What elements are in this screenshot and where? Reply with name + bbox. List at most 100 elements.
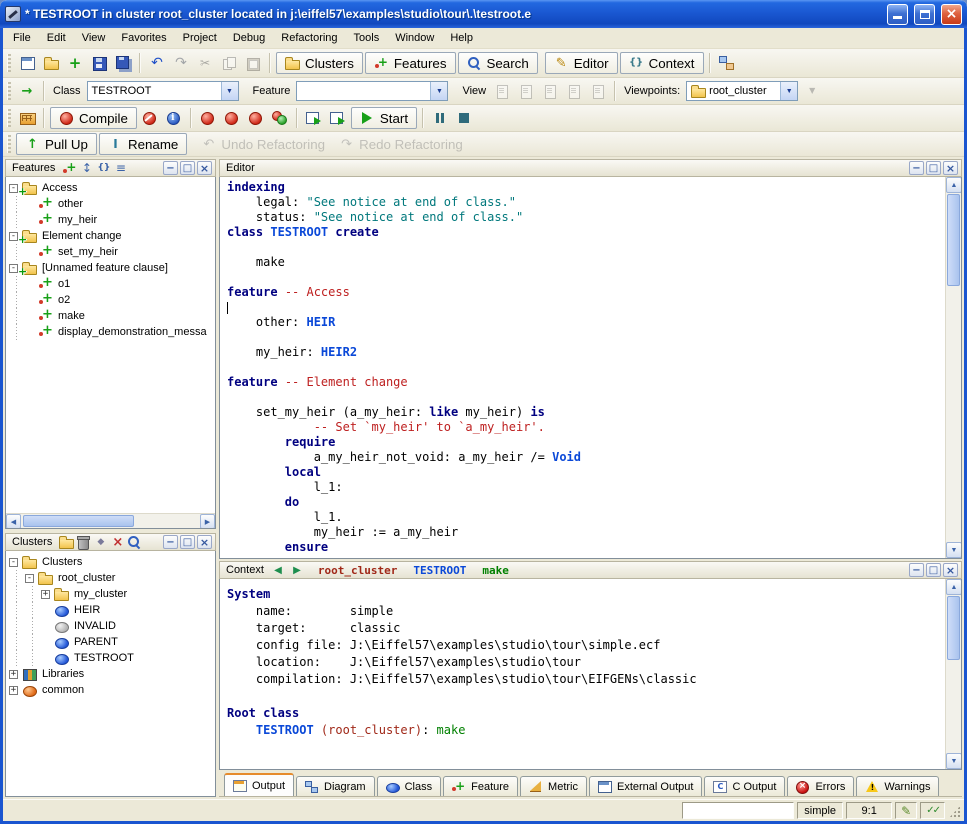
toolbar-grip[interactable] — [7, 135, 11, 153]
menu-tools[interactable]: Tools — [346, 30, 388, 46]
save-button[interactable] — [87, 52, 111, 75]
class-combo[interactable]: TESTROOT▼ — [87, 81, 239, 101]
alphabetical-order-button[interactable]: ↕ — [78, 161, 95, 176]
collapse-icon[interactable]: - — [9, 558, 18, 567]
menu-refactoring[interactable]: Refactoring — [273, 30, 345, 46]
tree-item-libraries[interactable]: +Libraries — [9, 666, 215, 682]
undo-button[interactable]: ↶ — [145, 52, 169, 75]
menu-file[interactable]: File — [5, 30, 39, 46]
rename-button[interactable]: IRename — [99, 133, 187, 155]
pull-up-button[interactable]: ↑Pull Up — [16, 133, 97, 155]
tree-item-display-demonstration-messa[interactable]: display_demonstration_messa — [9, 324, 215, 340]
menu-edit[interactable]: Edit — [39, 30, 74, 46]
start-button[interactable]: Start — [351, 107, 417, 129]
tab-metric[interactable]: Metric — [520, 776, 587, 796]
compile-button[interactable]: Compile — [50, 107, 137, 129]
open-class-button[interactable]: → — [15, 80, 39, 103]
close-button[interactable]: × — [941, 4, 962, 25]
scroll-up-icon[interactable]: ▲ — [946, 579, 962, 595]
tree-item-parent[interactable]: PARENT — [9, 634, 215, 650]
scroll-right-icon[interactable]: ▶ — [200, 514, 215, 529]
run-finalized-button[interactable] — [326, 107, 350, 130]
clusters-button[interactable]: Clusters — [276, 52, 363, 74]
search-small-button[interactable] — [126, 535, 143, 550]
dropdown-arrow-icon[interactable]: ▼ — [221, 82, 238, 100]
toolbar-grip[interactable] — [7, 54, 11, 72]
tree-item-o1[interactable]: o1 — [9, 276, 215, 292]
toolbar-grip[interactable] — [7, 109, 11, 127]
delete-button[interactable]: × — [109, 535, 126, 550]
tab-output[interactable]: Output — [224, 773, 294, 796]
minimize-button[interactable] — [909, 563, 924, 577]
redo-refactoring-button[interactable]: ↷Redo Refactoring — [332, 133, 470, 155]
freeze-button[interactable] — [220, 107, 244, 130]
collapse-icon[interactable]: - — [9, 184, 18, 193]
breadcrumb-root-cluster[interactable]: root_cluster — [318, 564, 397, 577]
menu-help[interactable]: Help — [442, 30, 481, 46]
flat-view-button[interactable] — [538, 80, 562, 103]
stop-button[interactable] — [452, 107, 476, 130]
tab-class[interactable]: Class — [377, 776, 442, 796]
close-button[interactable] — [943, 563, 958, 577]
tree-item-other[interactable]: other — [9, 196, 215, 212]
tab-c-output[interactable]: C Output — [704, 776, 785, 796]
tree-item-my-cluster[interactable]: +my_cluster — [9, 586, 215, 602]
maximize-button[interactable] — [180, 161, 195, 175]
dropdown-arrow-icon[interactable]: ▼ — [780, 82, 797, 100]
compile-status-button[interactable]: ✓✓ — [920, 802, 945, 819]
scroll-down-icon[interactable]: ▼ — [946, 542, 962, 558]
signatures-button[interactable]: {} — [95, 161, 112, 176]
maximize-button[interactable] — [926, 563, 941, 577]
history-back-button[interactable]: ◀ — [270, 563, 286, 578]
save-all-button[interactable] — [111, 52, 135, 75]
scroll-thumb[interactable] — [23, 515, 134, 527]
editor-button[interactable]: ✎Editor — [545, 52, 618, 74]
collapse-icon[interactable]: - — [25, 574, 34, 583]
breadcrumb-make[interactable]: make — [482, 564, 509, 577]
close-button[interactable] — [943, 161, 958, 175]
tree-item-common[interactable]: +common — [9, 682, 215, 698]
scroll-track[interactable] — [21, 514, 200, 528]
melt-button[interactable] — [196, 107, 220, 130]
new-window-button[interactable] — [15, 52, 39, 75]
search-button[interactable]: Search — [458, 52, 538, 74]
maximize-button[interactable] — [180, 535, 195, 549]
copy-button[interactable] — [217, 52, 241, 75]
run-workbench-button[interactable] — [302, 107, 326, 130]
scroll-track[interactable] — [946, 193, 961, 542]
expand-icon[interactable]: + — [9, 686, 18, 695]
tab-errors[interactable]: Errors — [787, 776, 854, 796]
minimize-button[interactable] — [909, 161, 924, 175]
history-forward-button[interactable]: ▶ — [289, 563, 305, 578]
pause-button[interactable] — [428, 107, 452, 130]
clickable-view-button[interactable] — [514, 80, 538, 103]
dropdown-arrow-icon[interactable]: ▼ — [430, 82, 447, 100]
toolbar-grip[interactable] — [7, 82, 11, 100]
edit-mode-button[interactable]: ✎ — [895, 802, 917, 819]
minimize-button[interactable] — [163, 535, 178, 549]
tab-warnings[interactable]: Warnings — [856, 776, 939, 796]
undo-refactoring-button[interactable]: ↶Undo Refactoring — [194, 133, 332, 155]
new-cluster-button[interactable] — [58, 535, 75, 550]
menu-favorites[interactable]: Favorites — [113, 30, 174, 46]
scroll-thumb[interactable] — [947, 194, 960, 286]
expand-icon[interactable]: + — [9, 670, 18, 679]
basic-text-view-button[interactable] — [490, 80, 514, 103]
resize-grip[interactable] — [948, 804, 962, 819]
cancel-compilation-button[interactable] — [138, 107, 162, 130]
tree-item-my-heir[interactable]: my_heir — [9, 212, 215, 228]
features-horizontal-scrollbar[interactable]: ◀ ▶ — [6, 513, 215, 528]
tree-item-root-cluster[interactable]: -root_cluster — [9, 570, 215, 586]
menu-project[interactable]: Project — [175, 30, 225, 46]
minimize-button[interactable] — [887, 4, 908, 25]
scroll-down-icon[interactable]: ▼ — [946, 753, 962, 769]
tree-item-access[interactable]: -+Access — [9, 180, 215, 196]
tree-item-set-my-heir[interactable]: set_my_heir — [9, 244, 215, 260]
tab-external-output[interactable]: External Output — [589, 776, 702, 796]
menu-debug[interactable]: Debug — [225, 30, 273, 46]
viewpoint-dropdown-button[interactable]: ▼ — [800, 80, 824, 103]
scroll-up-icon[interactable]: ▲ — [946, 177, 962, 193]
project-settings-button[interactable] — [15, 107, 39, 130]
tree-item-testroot[interactable]: TESTROOT — [9, 650, 215, 666]
paste-button[interactable] — [241, 52, 265, 75]
